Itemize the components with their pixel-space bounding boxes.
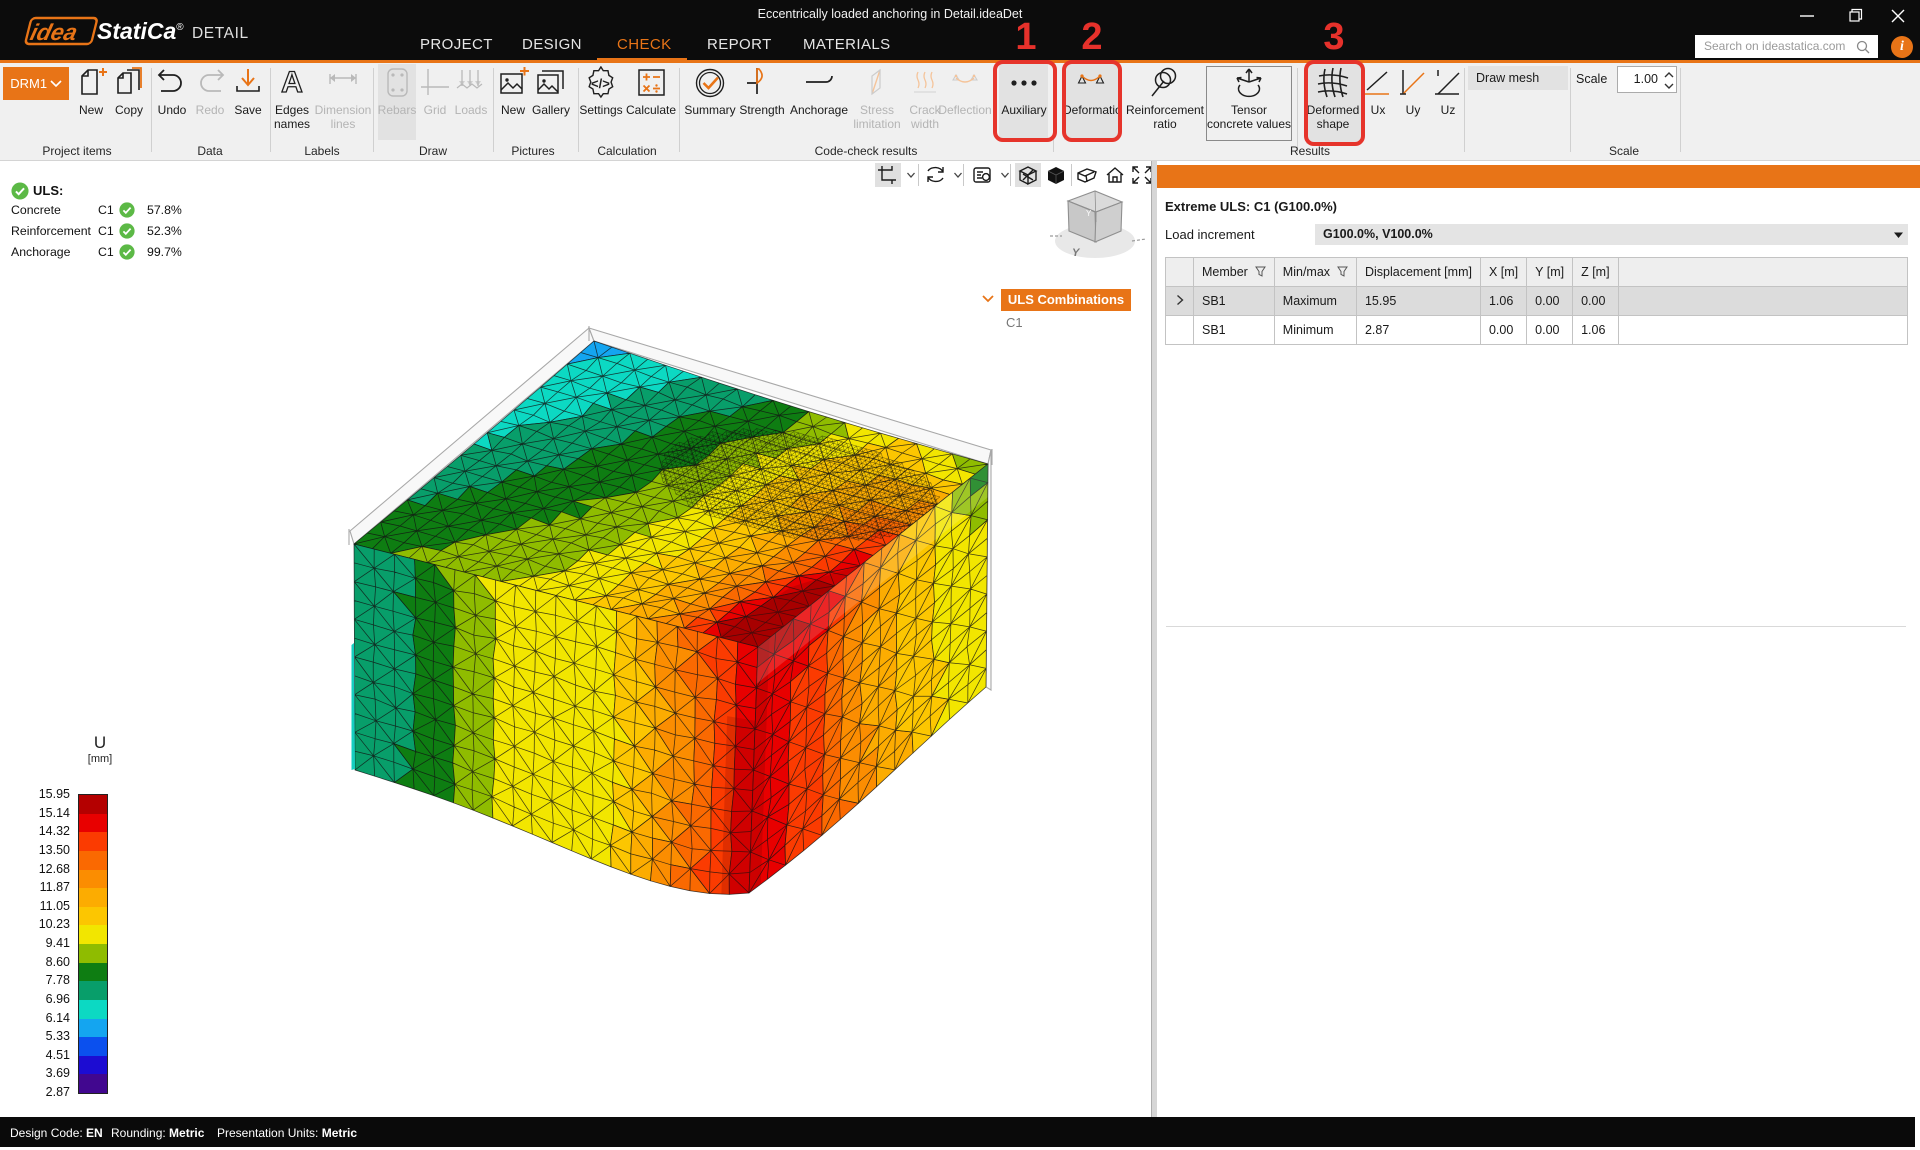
svg-text:idea: idea	[28, 19, 80, 45]
svg-text:A: A	[281, 66, 303, 99]
svg-text:</>: </>	[591, 76, 610, 91]
